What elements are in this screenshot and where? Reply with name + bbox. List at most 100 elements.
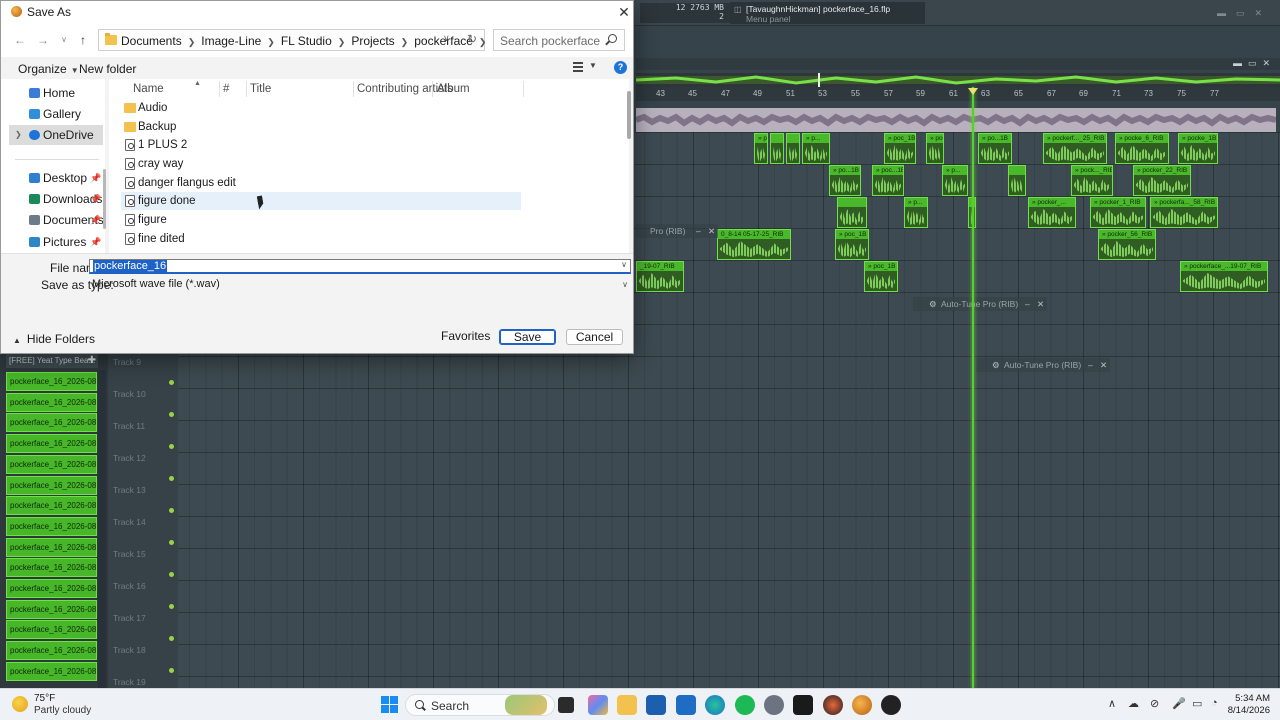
audio-clip[interactable]: » poc_1B (864, 261, 898, 292)
audio-clip[interactable]: » po...1B (829, 165, 861, 196)
list-item[interactable]: 1 PLUS 2 (121, 136, 521, 154)
audio-clip[interactable]: » p... (754, 133, 768, 164)
nav-item-documents[interactable]: Documents 📌 (9, 210, 104, 230)
weather-temperature[interactable]: 75°F (34, 693, 55, 704)
outlook-icon[interactable] (676, 695, 696, 715)
chevron-right-icon[interactable]: ❯ (267, 37, 275, 48)
audio-clip[interactable]: » pocke_1B (1178, 133, 1218, 164)
track-label[interactable]: Track 11 (113, 421, 145, 431)
column-divider[interactable] (523, 81, 524, 97)
weather-description[interactable]: Partly cloudy (34, 705, 91, 716)
chevron-right-icon[interactable]: ❯ (15, 125, 22, 145)
column-header-number[interactable]: # (223, 83, 229, 95)
organize-menu[interactable]: Organize ▼ (18, 62, 79, 76)
copilot-icon[interactable] (588, 695, 608, 715)
system-clock[interactable]: 5:34 AM 8/14/2026 (1206, 693, 1270, 717)
nav-item-home[interactable]: Home (9, 83, 103, 103)
start-button[interactable] (381, 696, 398, 713)
track-label[interactable]: Track 10 (113, 389, 146, 399)
column-divider[interactable] (353, 81, 354, 97)
spotify-icon[interactable] (735, 695, 755, 715)
track-label[interactable]: Track 16 (113, 581, 146, 591)
hide-folders-toggle[interactable]: ▲ Hide Folders (13, 332, 95, 346)
display-icon[interactable]: ▭ (1192, 697, 1202, 710)
browser-item[interactable]: pockerface_16_2026-08... (6, 496, 97, 516)
weather-icon[interactable] (12, 696, 28, 712)
browser-folder-header[interactable]: [FREE] Yeat Type Bea... ✚ (6, 354, 98, 368)
settings-icon[interactable] (764, 695, 784, 715)
browser-item[interactable]: pockerface_16_2026-08... (6, 475, 97, 495)
chevron-right-icon[interactable]: ❯ (188, 37, 196, 48)
address-history-chevron-icon[interactable]: ∨ (443, 33, 450, 44)
nav-item-downloads[interactable]: Downloads 📌 (9, 189, 103, 209)
file-list-scrollbar[interactable] (627, 91, 631, 139)
browser-item[interactable]: pockerface_16_2026-08... (6, 620, 97, 640)
refresh-icon[interactable]: ↻ (467, 32, 477, 46)
chevron-right-icon[interactable]: ❯ (401, 37, 409, 48)
track-label[interactable]: Track 18 (113, 645, 146, 655)
microphone-icon[interactable]: 🎤 (1172, 697, 1186, 710)
chevron-right-icon[interactable]: ❯ (479, 37, 487, 48)
fl-studio-icon[interactable] (852, 695, 872, 715)
edge-icon[interactable] (705, 695, 725, 715)
capcut-icon[interactable] (793, 695, 813, 715)
list-item[interactable]: figure done (121, 192, 521, 210)
audio-clip[interactable]: » pockerf..._25_RIB (1043, 133, 1107, 164)
minimize-icon[interactable]: – (1025, 297, 1030, 311)
column-header-title[interactable]: Title (250, 83, 271, 95)
nav-item-desktop[interactable]: Desktop 📌 (9, 168, 103, 188)
track-mute-dot[interactable] (169, 444, 174, 449)
audio-clip[interactable]: 0_8-14 05-17-25_RIB (717, 229, 791, 260)
browser-item[interactable]: pockerface_16_2026-08... (6, 599, 97, 619)
breadcrumb-item[interactable]: Projects (351, 34, 394, 48)
browser-item[interactable]: pockerface_16_2026-08... (6, 413, 97, 433)
track-label[interactable]: Track 15 (113, 549, 146, 559)
audio-clip[interactable]: » pocker_1_RIB (1090, 197, 1146, 228)
track-mute-dot[interactable] (169, 508, 174, 513)
audio-clip[interactable]: » p... (802, 133, 830, 164)
audio-clip[interactable]: » p... (942, 165, 968, 196)
track-label[interactable]: Track 17 (113, 613, 146, 623)
track-label[interactable]: Track 13 (113, 485, 146, 495)
task-view-icon[interactable] (558, 697, 574, 713)
track-mute-dot[interactable] (169, 604, 174, 609)
list-item[interactable]: danger flangus edit (121, 174, 521, 192)
close-icon[interactable]: ✕ (708, 224, 715, 238)
close-button[interactable]: ✕ (615, 3, 633, 21)
track-label[interactable]: Track 12 (113, 453, 146, 463)
close-icon[interactable]: ✕ (1100, 358, 1107, 372)
cancel-button[interactable]: Cancel (566, 329, 623, 345)
onedrive-tray-icon[interactable]: ☁ (1128, 697, 1139, 710)
save-button[interactable]: Save (499, 329, 556, 345)
browser-item[interactable]: pockerface_16_2026-08... (6, 516, 97, 536)
breadcrumb-item[interactable]: FL Studio (281, 34, 332, 48)
search-input[interactable]: Search pockerface (493, 29, 625, 51)
audio-clip[interactable]: » pocker_56_RIB (1098, 229, 1156, 260)
address-bar[interactable]: Documents ❯ Image-Line ❯ FL Studio ❯ Projects ❯… (98, 29, 487, 51)
track-label[interactable]: Track 19 (113, 677, 146, 687)
audio-clip[interactable]: » poc_1B (884, 133, 916, 164)
browser-item[interactable]: pockerface_16_2026-08... (6, 661, 97, 681)
column-divider[interactable] (219, 81, 220, 97)
minimize-icon[interactable]: – (696, 224, 701, 238)
audio-clip[interactable] (786, 133, 800, 164)
track-mute-dot[interactable] (169, 540, 174, 545)
file-explorer-icon[interactable] (617, 695, 637, 715)
nav-scrollbar[interactable] (103, 169, 106, 229)
plugin-window-bar[interactable]: Pro (RIB) – ✕ (636, 224, 718, 238)
column-divider[interactable] (246, 81, 247, 97)
browser-item[interactable]: pockerface_16_2026-08... (6, 392, 97, 412)
search-highlight-icon[interactable] (505, 695, 547, 715)
audio-clip[interactable] (1008, 165, 1026, 196)
audio-clip[interactable]: » poc_1B (835, 229, 869, 260)
browser-scrollbar[interactable] (98, 370, 106, 688)
close-icon[interactable]: ✕ (1037, 297, 1044, 311)
recent-chevron-down-icon[interactable]: ∨ (55, 32, 73, 48)
minimize-icon[interactable]: – (1088, 358, 1093, 372)
audio-clip[interactable]: » pocke_6_RIB (1115, 133, 1169, 164)
save-type-select[interactable]: Microsoft wave file (*.wav) ∨ (89, 277, 631, 292)
list-item[interactable]: cray way (121, 155, 521, 173)
audio-clip[interactable] (837, 197, 867, 228)
audio-clip[interactable]: » p... (904, 197, 928, 228)
browser-item[interactable]: pockerface_16_2026-08... (6, 558, 97, 578)
